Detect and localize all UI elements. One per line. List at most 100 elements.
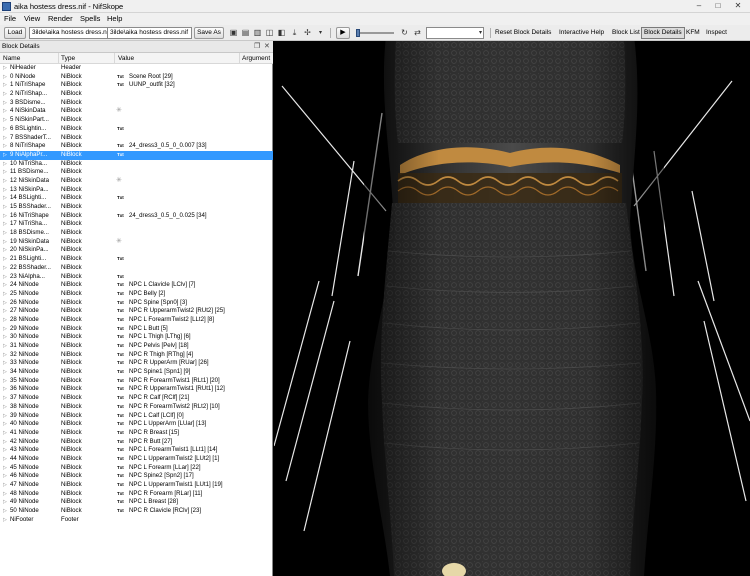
block-row[interactable]: ▷ 40 NiNode NiBlock Txt NPC L UpperArm [LUar… bbox=[0, 420, 273, 429]
column-type[interactable]: Type bbox=[61, 55, 75, 62]
expand-arrow-icon[interactable]: ▷ bbox=[3, 203, 7, 212]
block-value[interactable]: NPC R Calf [RClf] [21] bbox=[129, 394, 269, 403]
render-viewport[interactable] bbox=[274, 41, 750, 576]
block-row[interactable]: ▷ 26 NiNode NiBlock Txt NPC Spine [Spn0] [3] bbox=[0, 299, 273, 308]
block-row[interactable]: ▷ 14 BSLighti... NiBlock Txt bbox=[0, 194, 273, 203]
block-row[interactable]: ▷ 28 NiNode NiBlock Txt NPC L ForearmTwist2 … bbox=[0, 316, 273, 325]
menu-render[interactable]: Render bbox=[48, 14, 73, 23]
expand-arrow-icon[interactable]: ▷ bbox=[3, 142, 7, 151]
block-value[interactable]: NPC R Breast [15] bbox=[129, 429, 269, 438]
menu-file[interactable]: File bbox=[4, 14, 16, 23]
block-row[interactable]: ▷ 8 NiTriShape NiBlock Txt 24_dress3_0.5_0_0… bbox=[0, 142, 273, 151]
maximize-button[interactable]: □ bbox=[709, 1, 727, 11]
view-side-icon[interactable]: ▥ bbox=[252, 28, 263, 38]
block-row[interactable]: ▷ 33 NiNode NiBlock Txt NPC R UpperArm [RUar… bbox=[0, 359, 273, 368]
block-value[interactable]: NPC R Forearm [RLar] [11] bbox=[129, 490, 269, 499]
expand-arrow-icon[interactable]: ▷ bbox=[3, 220, 7, 229]
expand-arrow-icon[interactable]: ▷ bbox=[3, 516, 7, 525]
block-value[interactable]: NPC L UpperArm [LUar] [13] bbox=[129, 420, 269, 429]
block-row[interactable]: ▷ 36 NiNode NiBlock Txt NPC R UpperarmTwist1… bbox=[0, 385, 273, 394]
expand-arrow-icon[interactable]: ▷ bbox=[3, 490, 7, 499]
expand-arrow-icon[interactable]: ▷ bbox=[3, 238, 7, 247]
block-value[interactable]: NPC R ForearmTwist2 [RLt2] [10] bbox=[129, 403, 269, 412]
block-row[interactable]: ▷ 0 NiNode NiBlock Txt Scene Root [29] bbox=[0, 73, 273, 82]
block-value[interactable]: NPC L Thigh [LThg] [6] bbox=[129, 333, 269, 342]
expand-arrow-icon[interactable]: ▷ bbox=[3, 507, 7, 516]
column-argument[interactable]: Argument bbox=[242, 55, 270, 62]
expand-arrow-icon[interactable]: ▷ bbox=[3, 186, 7, 195]
block-value[interactable]: Scene Root [29] bbox=[129, 73, 269, 82]
load-path-field[interactable]: 3ilde\aika hostess dress.nif bbox=[29, 27, 117, 39]
close-button[interactable]: ✕ bbox=[729, 1, 747, 11]
expand-arrow-icon[interactable]: ▷ bbox=[3, 368, 7, 377]
block-row[interactable]: ▷ 47 NiNode NiBlock Txt NPC L UpperarmTwist1… bbox=[0, 481, 273, 490]
block-value[interactable]: NPC R ForearmTwist1 [RLt1] [20] bbox=[129, 377, 269, 386]
block-row[interactable]: ▷ 32 NiNode NiBlock Txt NPC R Thigh [RThg] [… bbox=[0, 351, 273, 360]
block-row[interactable]: ▷ 4 NiSkinData NiBlock ✳ bbox=[0, 107, 273, 116]
expand-arrow-icon[interactable]: ▷ bbox=[3, 177, 7, 186]
block-row[interactable]: ▷ 6 BSLightin... NiBlock Txt bbox=[0, 125, 273, 134]
block-list-button[interactable]: Block List bbox=[610, 28, 642, 38]
expand-arrow-icon[interactable]: ▷ bbox=[3, 168, 7, 177]
block-row[interactable]: ▷ 42 NiNode NiBlock Txt NPC R Butt [27] bbox=[0, 438, 273, 447]
menu-view[interactable]: View bbox=[24, 14, 40, 23]
block-value[interactable]: NPC L Calf [LClf] [0] bbox=[129, 412, 269, 421]
expand-arrow-icon[interactable]: ▷ bbox=[3, 229, 7, 238]
block-value[interactable]: NPC L ForearmTwist2 [LLt2] [8] bbox=[129, 316, 269, 325]
expand-arrow-icon[interactable]: ▷ bbox=[3, 299, 7, 308]
block-value[interactable]: UUNP_outfit [32] bbox=[129, 81, 269, 90]
expand-arrow-icon[interactable]: ▷ bbox=[3, 394, 7, 403]
block-value[interactable]: 24_dress3_0.5_0_0.025 [34] bbox=[129, 212, 269, 221]
expand-arrow-icon[interactable]: ▷ bbox=[3, 412, 7, 421]
block-row[interactable]: ▷ 1 NiTriShape NiBlock Txt UUNP_outfit [32] bbox=[0, 81, 273, 90]
expand-arrow-icon[interactable]: ▷ bbox=[3, 81, 7, 90]
expand-arrow-icon[interactable]: ▷ bbox=[3, 481, 7, 490]
block-value[interactable]: NPC Spine [Spn0] [3] bbox=[129, 299, 269, 308]
block-value[interactable]: NPC Spine1 [Spn1] [9] bbox=[129, 368, 269, 377]
expand-arrow-icon[interactable]: ▷ bbox=[3, 125, 7, 134]
dropdown-icon[interactable]: ▾ bbox=[315, 28, 326, 38]
block-value[interactable]: NPC R UpperArm [RUar] [26] bbox=[129, 359, 269, 368]
load-button[interactable]: Load bbox=[4, 27, 26, 39]
block-row[interactable]: ▷ 12 NiSkinData NiBlock ✳ bbox=[0, 177, 273, 186]
render-canvas[interactable] bbox=[274, 41, 750, 576]
view-top-icon[interactable]: ▤ bbox=[240, 28, 251, 38]
expand-arrow-icon[interactable]: ▷ bbox=[3, 438, 7, 447]
expand-arrow-icon[interactable]: ▷ bbox=[3, 151, 7, 160]
expand-arrow-icon[interactable]: ▷ bbox=[3, 90, 7, 99]
block-row[interactable]: ▷ 34 NiNode NiBlock Txt NPC Spine1 [Spn1] [9… bbox=[0, 368, 273, 377]
block-row[interactable]: ▷ 27 NiNode NiBlock Txt NPC R UpperarmTwist2… bbox=[0, 307, 273, 316]
block-row[interactable]: ▷ 17 NiTriSha... NiBlock bbox=[0, 220, 273, 229]
block-row[interactable]: ▷ 38 NiNode NiBlock Txt NPC R ForearmTwist2 … bbox=[0, 403, 273, 412]
block-row[interactable]: ▷ 16 NiTriShape NiBlock Txt 24_dress3_0.5_0_… bbox=[0, 212, 273, 221]
expand-arrow-icon[interactable]: ▷ bbox=[3, 264, 7, 273]
expand-arrow-icon[interactable]: ▷ bbox=[3, 64, 7, 73]
expand-arrow-icon[interactable]: ▷ bbox=[3, 333, 7, 342]
view-persp-icon[interactable]: ◫ bbox=[264, 28, 275, 38]
expand-arrow-icon[interactable]: ▷ bbox=[3, 498, 7, 507]
block-row[interactable]: ▷ 23 NiAlpha... NiBlock Txt bbox=[0, 273, 273, 282]
animation-select-arrow-icon[interactable]: ▾ bbox=[475, 28, 486, 38]
block-row[interactable]: ▷ 49 NiNode NiBlock Txt NPC L Breast [28] bbox=[0, 498, 273, 507]
menu-help[interactable]: Help bbox=[107, 14, 122, 23]
block-row[interactable]: ▷ 9 NiAlphaPr... NiBlock Txt bbox=[0, 150, 273, 160]
reset-block-details-button[interactable]: Reset Block Details bbox=[493, 28, 553, 38]
block-row[interactable]: ▷ 3 BSDisme... NiBlock bbox=[0, 99, 273, 108]
block-row[interactable]: ▷ 46 NiNode NiBlock Txt NPC Spine2 [Spn2] [1… bbox=[0, 472, 273, 481]
block-row[interactable]: ▷ 37 NiNode NiBlock Txt NPC R Calf [RClf] [2… bbox=[0, 394, 273, 403]
expand-arrow-icon[interactable]: ▷ bbox=[3, 429, 7, 438]
block-value[interactable]: NPC Belly [2] bbox=[129, 290, 269, 299]
block-value[interactable]: 24_dress3_0.5_0_0.007 [33] bbox=[129, 142, 269, 151]
block-row[interactable]: ▷ 18 BSDisme... NiBlock bbox=[0, 229, 273, 238]
block-value[interactable]: NPC L UpperarmTwist1 [LUt1] [19] bbox=[129, 481, 269, 490]
play-button[interactable]: ▶ bbox=[336, 27, 350, 39]
block-row[interactable]: ▷ 25 NiNode NiBlock Txt NPC Belly [2] bbox=[0, 290, 273, 299]
view-user-icon[interactable]: ◧ bbox=[276, 28, 287, 38]
block-value[interactable]: NPC Pelvis [Pelv] [18] bbox=[129, 342, 269, 351]
block-row[interactable]: ▷ 15 BSShader... NiBlock bbox=[0, 203, 273, 212]
block-row[interactable]: ▷ 5 NiSkinPart... NiBlock bbox=[0, 116, 273, 125]
inspect-button[interactable]: Inspect bbox=[704, 28, 729, 38]
block-row[interactable]: ▷ 10 NiTriSha... NiBlock bbox=[0, 160, 273, 169]
expand-arrow-icon[interactable]: ▷ bbox=[3, 472, 7, 481]
save-path-field[interactable]: 3ilde\aika hostess dress.nif bbox=[107, 27, 192, 39]
